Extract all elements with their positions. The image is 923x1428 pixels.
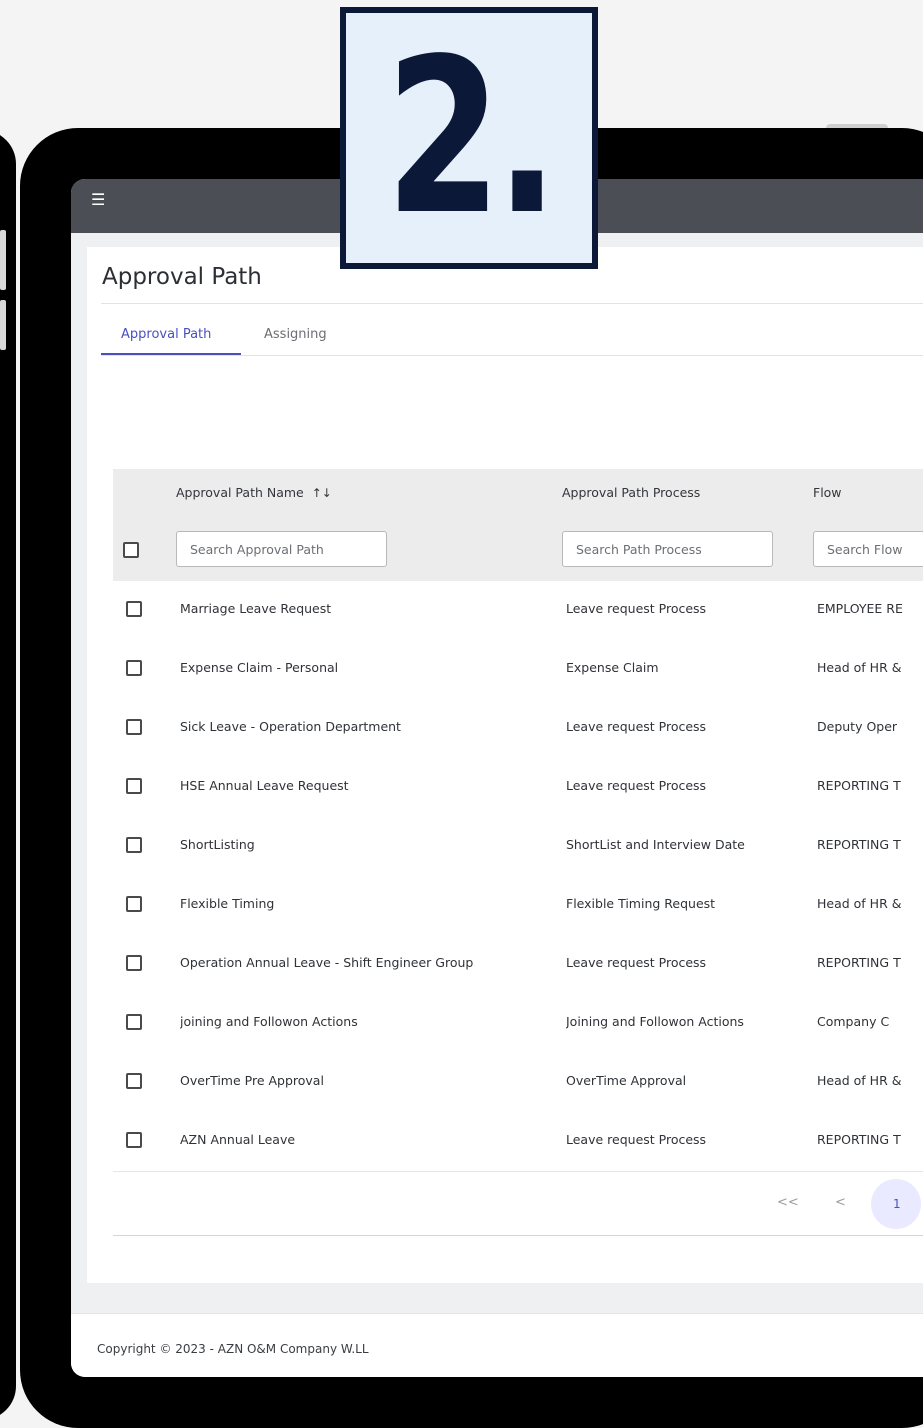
cell-flow: Deputy Oper [817, 719, 898, 734]
row-checkbox[interactable] [126, 955, 142, 971]
column-header-name[interactable]: Approval Path Name ↑↓ [176, 485, 332, 500]
cell-flow: Head of HR & [817, 660, 902, 675]
cell-process: Joining and Followon Actions [566, 1014, 744, 1029]
row-checkbox[interactable] [126, 837, 142, 853]
copyright-text: Copyright © 2023 - AZN O&M Company W.LL [97, 1342, 369, 1356]
cell-process: ShortList and Interview Date [566, 837, 745, 852]
row-checkbox[interactable] [126, 601, 142, 617]
cell-name: ShortListing [180, 837, 255, 852]
cell-process: Leave request Process [566, 601, 707, 616]
cell-name: OverTime Pre Approval [180, 1073, 324, 1088]
cell-process: Leave request Process [566, 1132, 707, 1147]
cell-flow: Company C [817, 1014, 890, 1029]
cell-process: Leave request Process [566, 955, 707, 970]
table-row[interactable]: ShortListing ShortList and Interview Dat… [113, 817, 923, 877]
cell-name: Sick Leave - Operation Department [180, 719, 401, 734]
table-row[interactable]: Marriage Leave Request Leave request Pro… [113, 581, 923, 641]
cell-name: Expense Claim - Personal [180, 660, 339, 675]
cell-flow: EMPLOYEE RE [817, 601, 903, 616]
row-checkbox[interactable] [126, 1014, 142, 1030]
cell-name: joining and Followon Actions [180, 1014, 358, 1029]
sort-icon[interactable]: ↑↓ [312, 486, 332, 500]
cell-flow: Head of HR & [817, 1073, 902, 1088]
table-row[interactable]: Sick Leave - Operation Department Leave … [113, 699, 923, 759]
step-number: 2. [385, 13, 558, 262]
device-side-button [0, 300, 6, 350]
cell-flow: REPORTING T [817, 955, 901, 970]
adjacent-device [0, 130, 16, 1420]
tab-approval-path[interactable]: Approval Path [121, 327, 211, 342]
search-flow-input[interactable] [813, 531, 923, 567]
table-row[interactable]: AZN Annual Leave Leave request Process R… [113, 1112, 923, 1172]
cell-process: Expense Claim [566, 660, 659, 675]
divider [101, 303, 923, 304]
cell-process: Flexible Timing Request [566, 896, 716, 911]
cell-process: OverTime Approval [566, 1073, 687, 1088]
cell-name: AZN Annual Leave [180, 1132, 296, 1147]
row-checkbox[interactable] [126, 660, 142, 676]
cell-name: Marriage Leave Request [180, 601, 332, 616]
row-checkbox[interactable] [126, 1132, 142, 1148]
select-all-checkbox[interactable] [123, 542, 139, 558]
table-row[interactable]: Flexible Timing Flexible Timing Request … [113, 876, 923, 936]
row-checkbox[interactable] [126, 1073, 142, 1089]
prev-page-button[interactable]: < [835, 1195, 846, 1210]
menu-icon[interactable]: ☰ [91, 190, 105, 209]
approval-path-table: Approval Path Name ↑↓ Approval Path Proce… [113, 469, 923, 1236]
column-header-label: Approval Path Name [176, 485, 304, 500]
tab-assigning[interactable]: Assigning [264, 327, 327, 342]
page-title: Approval Path [102, 264, 262, 290]
cell-flow: REPORTING T [817, 837, 901, 852]
cell-process: Leave request Process [566, 778, 707, 793]
cell-name: Flexible Timing [180, 896, 275, 911]
row-checkbox[interactable] [126, 778, 142, 794]
device-side-button [0, 230, 6, 290]
cell-name: HSE Annual Leave Request [180, 778, 349, 793]
cell-flow: Head of HR & [817, 896, 902, 911]
table-row[interactable]: HSE Annual Leave Request Leave request P… [113, 758, 923, 818]
cell-process: Leave request Process [566, 719, 707, 734]
cell-flow: REPORTING T [817, 1132, 901, 1147]
row-checkbox[interactable] [126, 896, 142, 912]
search-approval-path-input[interactable] [176, 531, 387, 567]
cell-flow: REPORTING T [817, 778, 901, 793]
column-header-flow: Flow [813, 485, 842, 500]
search-path-process-input[interactable] [562, 531, 773, 567]
step-number-badge: 2. [340, 7, 598, 269]
tab-bar: Approval Path Assigning [101, 315, 923, 356]
app-screen: ☰ Approval Path Approval Path Assigning … [71, 179, 923, 1377]
footer: Copyright © 2023 - AZN O&M Company W.LL [71, 1313, 923, 1377]
cell-name: Operation Annual Leave - Shift Engineer … [180, 955, 474, 970]
table-row[interactable]: Expense Claim - Personal Expense Claim H… [113, 640, 923, 700]
page-1-button[interactable]: 1 [871, 1179, 921, 1229]
table-header: Approval Path Name ↑↓ Approval Path Proce… [113, 469, 923, 581]
column-header-process: Approval Path Process [562, 485, 701, 500]
pagination: << < 1 [113, 1169, 923, 1235]
table-row[interactable]: Operation Annual Leave - Shift Engineer … [113, 935, 923, 995]
table-row[interactable]: joining and Followon Actions Joining and… [113, 994, 923, 1054]
row-checkbox[interactable] [126, 719, 142, 735]
first-page-button[interactable]: << [777, 1195, 799, 1210]
table-row[interactable]: OverTime Pre Approval OverTime Approval … [113, 1053, 923, 1113]
active-tab-indicator [101, 353, 241, 355]
